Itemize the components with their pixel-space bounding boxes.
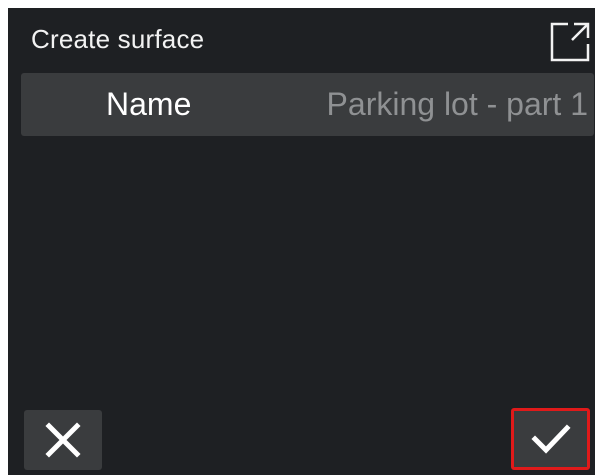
dialog-title: Create surface [31, 24, 205, 54]
expand-icon [548, 20, 592, 64]
close-icon [24, 410, 102, 470]
name-field-label: Name [106, 86, 192, 122]
create-surface-dialog: Create surface Name Parking lot - part 1 [8, 8, 595, 475]
name-field-value[interactable]: Parking lot - part 1 [327, 85, 588, 123]
cancel-button[interactable] [24, 410, 102, 470]
checkmark-icon [514, 411, 587, 467]
confirm-button[interactable] [511, 408, 590, 470]
name-field-row[interactable]: Name Parking lot - part 1 [21, 73, 594, 136]
expand-button[interactable] [548, 20, 592, 64]
